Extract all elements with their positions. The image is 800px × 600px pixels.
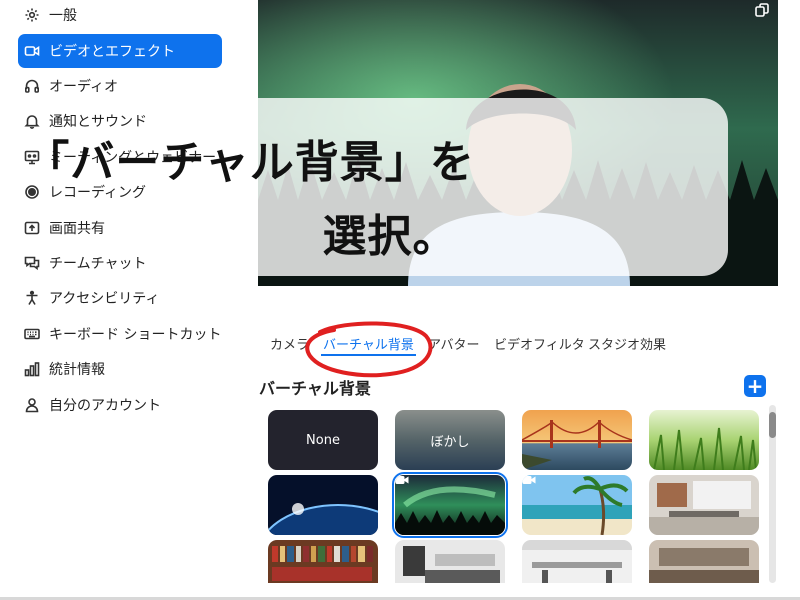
- instruction-caption-line-2: 選択。: [322, 211, 458, 262]
- background-thumb-library[interactable]: [268, 540, 378, 583]
- account-icon: [23, 396, 41, 414]
- thumb-label: None: [306, 432, 340, 448]
- background-thumb-meeting-room[interactable]: [395, 540, 505, 583]
- accessibility-icon: [23, 289, 41, 307]
- background-thumb-earth[interactable]: [268, 475, 378, 535]
- lounge-image: [649, 540, 759, 583]
- tab-camera[interactable]: カメラ: [270, 334, 309, 353]
- sidebar-item-account[interactable]: 自分のアカウント: [18, 388, 222, 422]
- gear-icon: [23, 6, 41, 24]
- headphones-icon: [23, 77, 41, 95]
- sidebar-item-label: キーボード ショートカット: [49, 327, 222, 343]
- sidebar-item-label: オーディオ: [49, 79, 119, 95]
- background-thumb-none[interactable]: None: [268, 410, 378, 470]
- camera-icon: [522, 476, 536, 484]
- sidebar-item-label: 統計情報: [49, 362, 105, 378]
- background-thumb-grass[interactable]: [649, 410, 759, 470]
- sidebar-item-label: 自分のアカウント: [49, 398, 161, 414]
- sidebar-item-general[interactable]: 一般: [18, 0, 222, 32]
- thumb-label: ぼかし: [430, 434, 470, 450]
- office-image: [649, 475, 759, 535]
- background-thumb-beach[interactable]: [522, 475, 632, 535]
- background-thumb-workspace[interactable]: [522, 540, 632, 583]
- sidebar-item-video-effects[interactable]: ビデオとエフェクト: [18, 34, 222, 68]
- scrollbar-thumb[interactable]: [769, 412, 776, 438]
- background-thumb-lounge[interactable]: [649, 540, 759, 583]
- copy-icon[interactable]: [754, 2, 770, 18]
- add-background-button[interactable]: +: [744, 375, 766, 397]
- golden-gate-image: [522, 410, 632, 470]
- background-thumb-golden-gate[interactable]: [522, 410, 632, 470]
- tab-virtual-background[interactable]: バーチャル背景: [323, 334, 414, 353]
- sidebar-item-statistics[interactable]: 統計情報: [18, 352, 222, 386]
- meeting-room-image: [395, 540, 505, 583]
- tab-video-filter[interactable]: ビデオフィルタ: [494, 334, 585, 353]
- bookshelf-image: [268, 540, 378, 583]
- statistics-icon: [23, 360, 41, 378]
- section-title: バーチャル背景: [259, 379, 371, 398]
- active-tab-underline: [321, 354, 416, 356]
- beach-image: [522, 475, 632, 535]
- aurora-image: [395, 475, 505, 535]
- workspace-image: [522, 540, 632, 583]
- tab-studio-effects[interactable]: スタジオ効果: [588, 334, 666, 353]
- sidebar-item-label: アクセシビリティ: [49, 291, 160, 307]
- sidebar-item-keyboard-shortcuts[interactable]: キーボード ショートカット: [18, 317, 222, 351]
- sidebar-item-accessibility[interactable]: アクセシビリティ: [18, 281, 222, 315]
- keyboard-icon: [23, 325, 41, 343]
- instruction-caption-line-1: 「バーチャル背景」を: [25, 137, 475, 188]
- grass-image: [649, 410, 759, 470]
- tab-avatar[interactable]: アバター: [428, 334, 479, 353]
- background-thumb-aurora[interactable]: [392, 472, 508, 538]
- sidebar-item-label: ビデオとエフェクト: [49, 44, 175, 60]
- sidebar-item-audio[interactable]: オーディオ: [18, 69, 222, 103]
- background-thumb-office[interactable]: [649, 475, 759, 535]
- camera-icon: [395, 476, 409, 484]
- settings-sidebar: 一般 ビデオとエフェクト オーディオ 通知とサウンド ミーティングとウェビナー …: [0, 0, 245, 600]
- background-thumb-blur[interactable]: ぼかし: [395, 410, 505, 470]
- sidebar-item-label: 一般: [49, 8, 77, 24]
- earth-from-space-image: [268, 475, 378, 535]
- video-icon: [23, 42, 41, 60]
